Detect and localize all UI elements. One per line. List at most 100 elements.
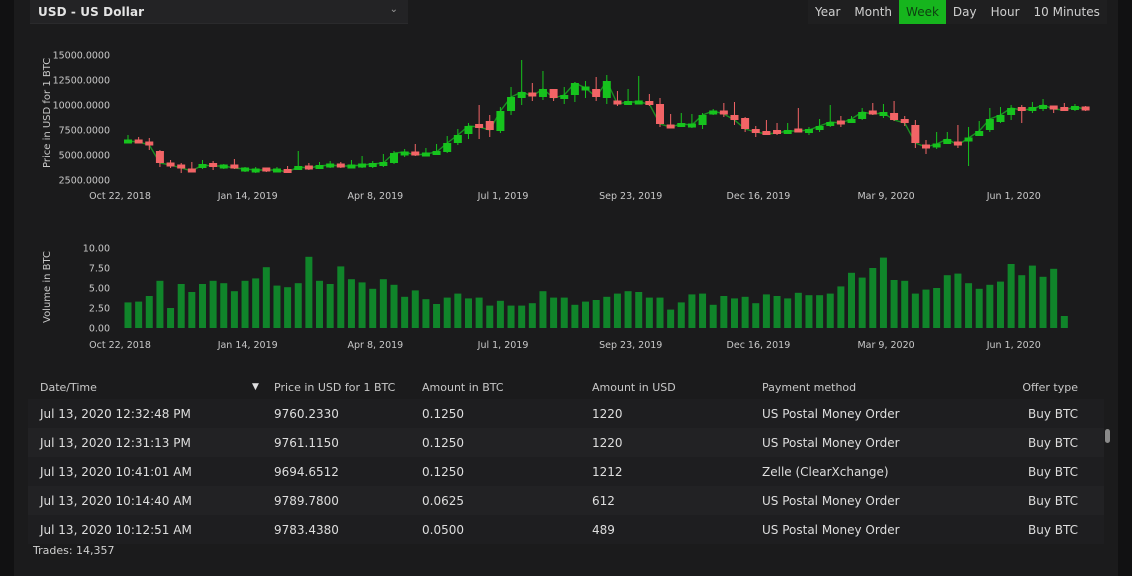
column-header-amount-usd[interactable]: Amount in USD bbox=[592, 375, 762, 399]
volume-bar bbox=[688, 294, 696, 328]
candle-body bbox=[155, 151, 164, 163]
candle bbox=[687, 114, 696, 128]
column-header-price[interactable]: ▼ Price in USD for 1 BTC bbox=[252, 375, 422, 399]
volume-bar bbox=[762, 294, 770, 328]
candle bbox=[507, 87, 516, 115]
candle bbox=[773, 123, 782, 135]
candle-body bbox=[900, 119, 909, 123]
volume-bar bbox=[369, 288, 377, 328]
candle-body bbox=[453, 135, 462, 143]
cell-offer-type: Buy BTC bbox=[1028, 493, 1078, 508]
candle bbox=[1060, 103, 1069, 111]
sort-down-icon[interactable]: ▼ bbox=[252, 382, 264, 392]
candle bbox=[943, 132, 952, 144]
volume-bar bbox=[752, 303, 760, 328]
volume-bar bbox=[741, 296, 749, 328]
candle-body bbox=[528, 92, 537, 97]
candle-body bbox=[560, 95, 569, 99]
candle-body bbox=[390, 153, 398, 163]
volume-bar bbox=[784, 298, 792, 328]
cell-datetime: Jul 13, 2020 10:14:40 AM bbox=[40, 493, 192, 508]
candle-body bbox=[996, 115, 1005, 122]
tab-month[interactable]: Month bbox=[847, 0, 899, 24]
price-y-tick-label: 2500.0000 bbox=[59, 176, 110, 187]
volume-bar bbox=[273, 285, 281, 328]
table-row[interactable]: Jul 13, 2020 10:12:51 AM 9783.4380 0.0500 4… bbox=[28, 515, 1104, 544]
tab-week[interactable]: Week bbox=[899, 0, 946, 24]
table-row[interactable]: Jul 13, 2020 10:14:40 AM 9789.7800 0.0625 6… bbox=[28, 486, 1104, 515]
tab-10-minutes[interactable]: 10 Minutes bbox=[1027, 0, 1107, 24]
candle-body bbox=[209, 163, 218, 167]
volume-bar bbox=[858, 277, 866, 328]
candle-body bbox=[932, 143, 941, 148]
volume-bar bbox=[922, 289, 930, 328]
table-row[interactable]: Jul 13, 2020 12:31:13 PM 9761.1150 0.1250 1… bbox=[28, 428, 1104, 457]
column-header-offer-type[interactable]: Offer type bbox=[992, 375, 1078, 399]
volume-bar bbox=[539, 291, 547, 328]
volume-bar bbox=[1028, 265, 1036, 328]
price-y-tick-label: 12500.0000 bbox=[53, 76, 110, 87]
volume-bar bbox=[773, 296, 781, 328]
volume-bar bbox=[1039, 276, 1047, 328]
currency-dropdown[interactable]: USD - US Dollar ⌄ bbox=[30, 0, 408, 24]
tab-hour[interactable]: Hour bbox=[984, 0, 1027, 24]
tab-day[interactable]: Day bbox=[946, 0, 984, 24]
candle bbox=[751, 126, 760, 137]
candle-body bbox=[347, 164, 356, 169]
candle-body bbox=[709, 110, 718, 115]
price-y-tick-label: 10000.0000 bbox=[53, 101, 110, 112]
candle bbox=[656, 98, 664, 127]
table-row[interactable]: Jul 13, 2020 12:32:48 PM 9760.2330 0.1250 1… bbox=[28, 399, 1104, 428]
volume-bar bbox=[709, 304, 717, 328]
cell-price: 9760.2330 bbox=[274, 406, 339, 421]
tab-year[interactable]: Year bbox=[808, 0, 847, 24]
volume-bar bbox=[390, 284, 398, 328]
candle bbox=[698, 113, 707, 129]
volume-x-tick-label: Apr 8, 2019 bbox=[348, 340, 404, 351]
volume-bar bbox=[379, 279, 387, 328]
volume-bar bbox=[560, 297, 568, 328]
candle-body bbox=[964, 137, 973, 142]
candle-body bbox=[1028, 107, 1037, 111]
candle bbox=[996, 107, 1005, 123]
candle-body bbox=[656, 104, 664, 124]
column-header-amount-btc[interactable]: Amount in BTC bbox=[422, 375, 592, 399]
volume-bar bbox=[326, 284, 334, 328]
column-header-datetime[interactable]: Date/Time bbox=[28, 375, 252, 399]
volume-bar bbox=[986, 284, 994, 328]
volume-bar bbox=[954, 273, 962, 328]
cell-payment-method: Zelle (ClearXchange) bbox=[762, 464, 889, 479]
volume-bar bbox=[901, 280, 909, 328]
volume-x-tick-label: Jun 1, 2020 bbox=[986, 340, 1041, 351]
cell-payment-method: US Postal Money Order bbox=[762, 522, 900, 537]
candle-body bbox=[804, 129, 813, 133]
volume-bar bbox=[1060, 316, 1068, 328]
volume-bar bbox=[294, 283, 302, 328]
volume-bar bbox=[624, 291, 632, 328]
candle-body bbox=[911, 125, 920, 143]
candle-body bbox=[836, 120, 845, 125]
candle-body bbox=[762, 131, 771, 135]
price-x-tick-label: Oct 22, 2018 bbox=[89, 191, 151, 202]
candle-body bbox=[922, 144, 930, 149]
column-header-payment-method[interactable]: Payment method bbox=[762, 375, 992, 399]
candle bbox=[879, 104, 888, 118]
volume-bar bbox=[848, 272, 856, 328]
cell-offer-type: Buy BTC bbox=[1028, 406, 1078, 421]
candle bbox=[517, 60, 526, 105]
candle bbox=[794, 108, 803, 133]
candle-body bbox=[358, 163, 367, 168]
volume-bar bbox=[337, 266, 345, 328]
volume-bar bbox=[869, 268, 877, 328]
candle-body bbox=[1070, 106, 1079, 110]
volume-x-tick-label: Jul 1, 2019 bbox=[477, 340, 529, 351]
volume-y-tick-label: 2.50 bbox=[89, 304, 110, 315]
cell-offer-type: Buy BTC bbox=[1028, 435, 1078, 450]
candle bbox=[1081, 106, 1090, 111]
table-row[interactable]: Jul 13, 2020 10:41:01 AM 9694.6512 0.1250 1… bbox=[28, 457, 1104, 486]
candle-body bbox=[985, 119, 994, 130]
table-scrollbar[interactable] bbox=[1105, 429, 1110, 443]
volume-bar bbox=[592, 300, 600, 328]
volume-bar bbox=[550, 297, 558, 328]
price-y-axis-label: Price in USD for 1 BTC bbox=[42, 58, 53, 168]
